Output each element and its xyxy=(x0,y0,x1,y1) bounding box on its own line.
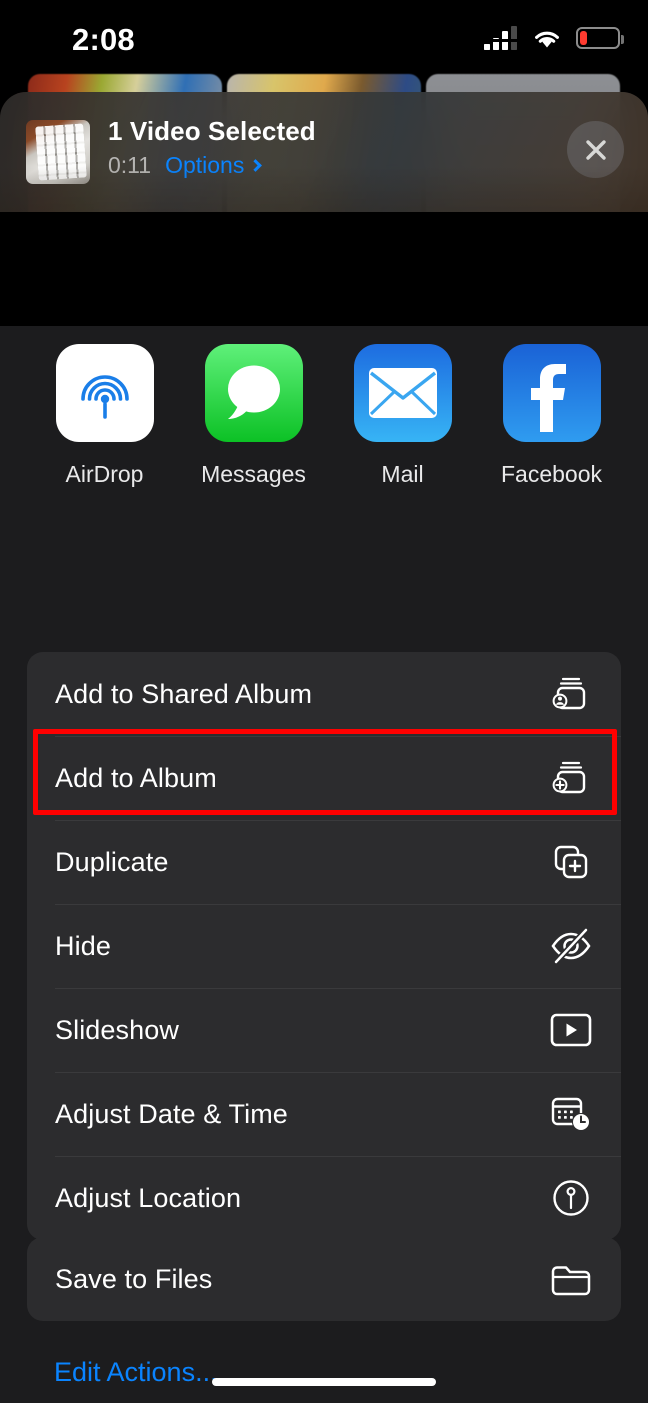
action-row-adjust-location[interactable]: Adjust Location xyxy=(27,1156,621,1240)
share-sheet-header: 1 Video Selected 0:11 Options xyxy=(0,92,648,212)
facebook-icon xyxy=(502,344,601,442)
share-target-facebook[interactable]: Facebook xyxy=(477,344,626,512)
status-indicators xyxy=(484,26,624,50)
calendar-clock-icon xyxy=(549,1092,593,1136)
actions-list: Add to Shared Album Add to Album Duplica… xyxy=(27,652,621,1240)
action-label: Duplicate xyxy=(55,846,169,877)
action-label: Save to Files xyxy=(55,1263,213,1294)
share-targets-row[interactable]: AirDrop Messages Mail Facebook xyxy=(0,344,648,512)
close-icon xyxy=(585,139,606,160)
action-label: Add to Album xyxy=(55,762,217,793)
location-pin-icon xyxy=(549,1176,593,1220)
airdrop-icon xyxy=(55,344,154,442)
battery-low-icon xyxy=(576,27,624,49)
action-row-adjust-date-time[interactable]: Adjust Date & Time xyxy=(27,1072,621,1156)
hide-eye-slash-icon xyxy=(549,924,593,968)
action-label: Adjust Location xyxy=(55,1182,242,1213)
cellular-signal-icon xyxy=(484,26,518,50)
share-target-messages[interactable]: Messages xyxy=(179,344,328,512)
action-label: Hide xyxy=(55,930,111,961)
share-target-airdrop[interactable]: AirDrop xyxy=(30,344,179,512)
action-label: Slideshow xyxy=(55,1014,179,1045)
wifi-icon xyxy=(535,31,559,48)
video-thumbnail xyxy=(26,120,90,184)
options-label: Options xyxy=(165,152,245,178)
edit-actions-button[interactable]: Edit Actions... xyxy=(54,1357,218,1388)
action-row-save-to-files[interactable]: Save to Files xyxy=(27,1237,621,1321)
files-actions-list: Save to Files xyxy=(27,1237,621,1321)
share-target-instagram[interactable]: Instagram xyxy=(626,344,648,512)
duplicate-icon xyxy=(549,840,593,884)
add-to-album-icon xyxy=(549,756,593,800)
close-button[interactable] xyxy=(567,121,624,178)
folder-icon xyxy=(549,1257,593,1301)
options-button[interactable]: Options xyxy=(165,152,263,179)
messages-icon xyxy=(204,344,303,442)
shared-album-icon xyxy=(549,672,593,716)
status-bar: 2:08 xyxy=(0,0,648,70)
selection-subtitle: 0:11 Options xyxy=(108,152,263,179)
action-label: Adjust Date & Time xyxy=(55,1098,288,1129)
share-target-label: Messages xyxy=(201,461,306,487)
action-row-add-to-album[interactable]: Add to Album xyxy=(27,736,621,820)
selection-title: 1 Video Selected xyxy=(108,116,316,146)
action-row-add-to-shared-album[interactable]: Add to Shared Album xyxy=(27,652,621,736)
share-target-mail[interactable]: Mail xyxy=(328,344,477,512)
share-target-label: Facebook xyxy=(500,461,602,487)
share-target-label: AirDrop xyxy=(65,461,144,487)
share-sheet-body: AirDrop Messages Mail Facebook Add to Sh… xyxy=(0,326,648,1403)
video-duration: 0:11 xyxy=(108,152,152,178)
status-time: 2:08 xyxy=(72,22,135,57)
dimmed-backdrop xyxy=(0,212,648,326)
share-target-label: Mail xyxy=(381,461,424,487)
action-row-slideshow[interactable]: Slideshow xyxy=(27,988,621,1072)
home-indicator[interactable] xyxy=(212,1378,436,1386)
slideshow-play-icon xyxy=(549,1008,593,1052)
action-label: Add to Shared Album xyxy=(55,678,313,709)
action-row-hide[interactable]: Hide xyxy=(27,904,621,988)
mail-icon xyxy=(353,344,452,442)
chevron-right-icon xyxy=(249,159,263,172)
iphone-screen: 2:08 1 Video Selected 0:11 Options AirDr… xyxy=(0,0,648,1403)
action-row-duplicate[interactable]: Duplicate xyxy=(27,820,621,904)
